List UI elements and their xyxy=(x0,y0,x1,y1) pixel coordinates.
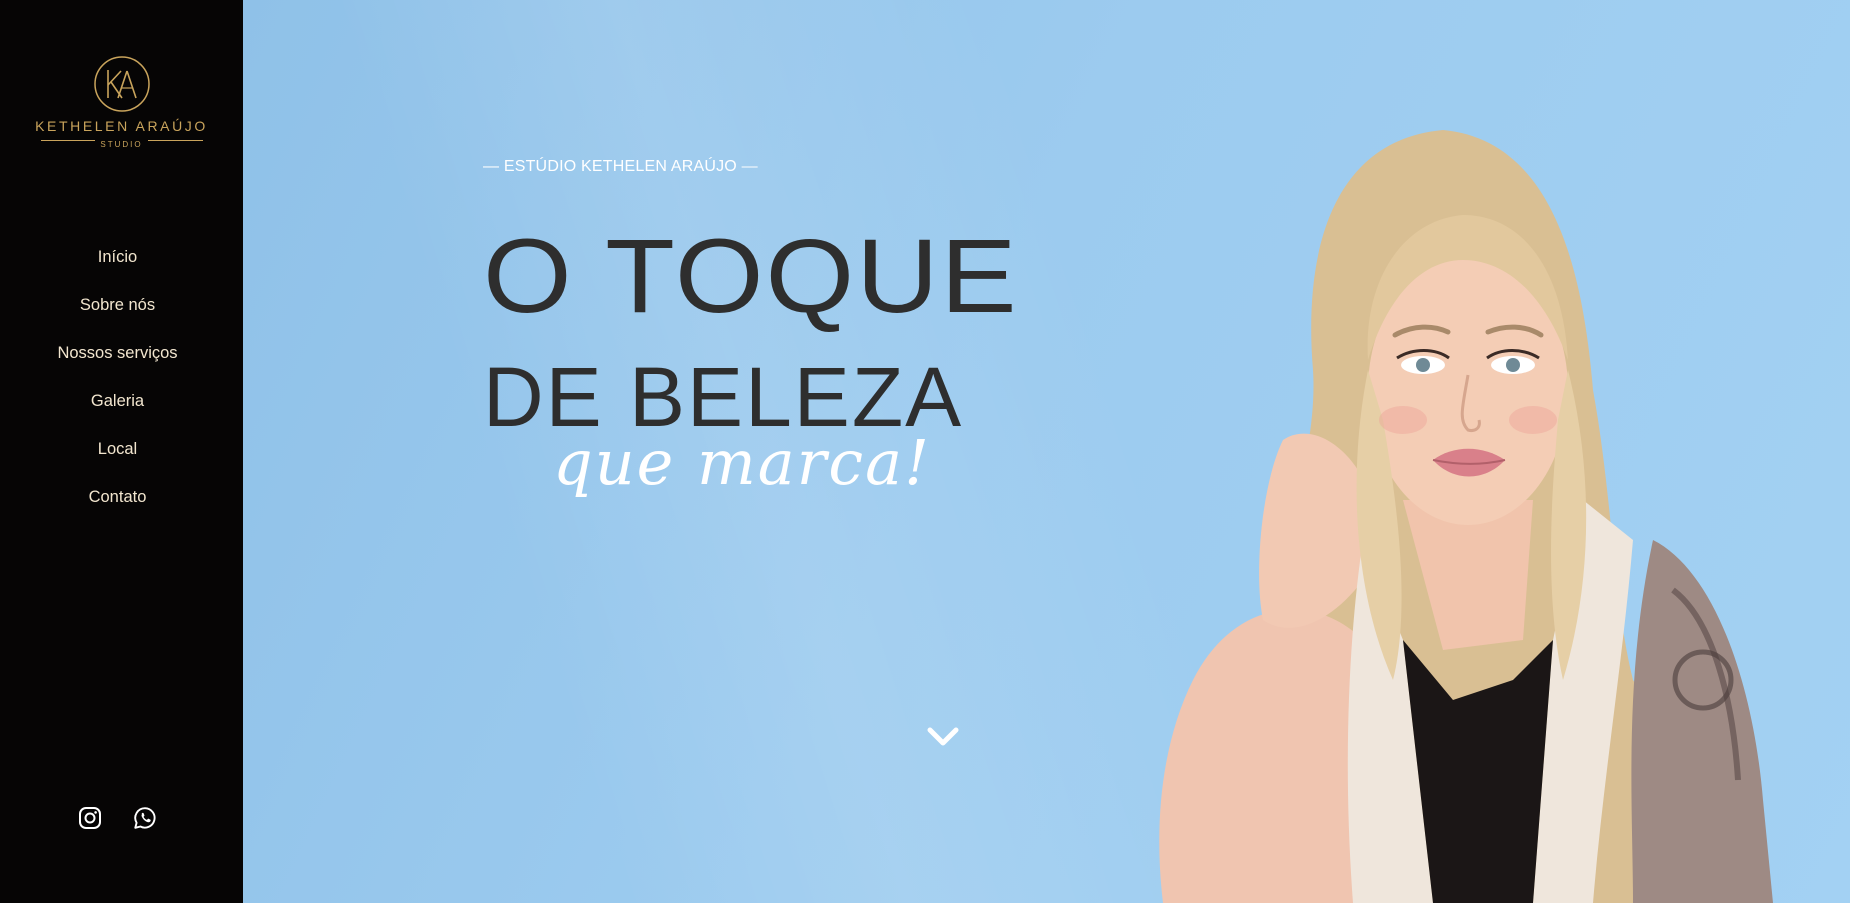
sidebar: KETHELEN ARAÚJO STUDIO Início Sobre nós … xyxy=(0,0,243,903)
chevron-down-icon[interactable] xyxy=(924,722,962,752)
logo-subtitle-wrap: STUDIO xyxy=(40,134,203,151)
logo-subtitle: STUDIO xyxy=(95,139,148,151)
hero-eyebrow: — ESTÚDIO KETHELEN ARAÚJO — xyxy=(483,158,758,175)
nav-item-nossos-servicos[interactable]: Nossos serviços xyxy=(0,336,235,384)
nav-item-galeria[interactable]: Galeria xyxy=(0,384,235,432)
nav-item-local[interactable]: Local xyxy=(0,432,235,480)
hero-headline-line1: O TOQUE xyxy=(483,218,1019,336)
nav-item-sobre-nos[interactable]: Sobre nós xyxy=(0,288,235,336)
whatsapp-icon[interactable] xyxy=(133,806,157,830)
nav-item-contato[interactable]: Contato xyxy=(0,480,235,528)
hero-headline-script: que marca! xyxy=(553,426,932,499)
studio-logo[interactable]: KETHELEN ARAÚJO STUDIO xyxy=(0,54,243,151)
logo-monogram xyxy=(93,56,150,112)
instagram-icon[interactable] xyxy=(78,806,102,830)
hero-section: — ESTÚDIO KETHELEN ARAÚJO — O TOQUE DE B… xyxy=(243,0,1850,903)
hero-portrait-image xyxy=(1159,130,1773,903)
main-nav: Início Sobre nós Nossos serviços Galeria… xyxy=(0,240,235,528)
logo-name: KETHELEN ARAÚJO xyxy=(35,118,208,134)
nav-item-inicio[interactable]: Início xyxy=(0,240,235,288)
